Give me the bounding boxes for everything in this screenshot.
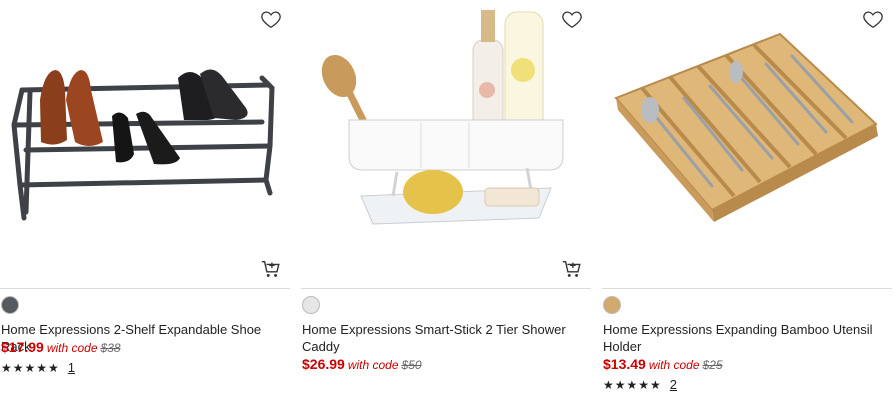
price-row: $13.49 with code $25 (603, 356, 723, 372)
star-rating-icon: ★★★★★ (1, 360, 60, 375)
product-title[interactable]: Home Expressions Expanding Bamboo Utensi… (603, 321, 890, 355)
price-row: $26.99 with code $50 (302, 356, 422, 372)
color-swatch[interactable] (603, 296, 621, 314)
utensil-holder-image (614, 32, 878, 222)
product-title[interactable]: Home Expressions Smart-Stick 2 Tier Show… (302, 321, 589, 355)
shoe-rack-image (11, 69, 275, 221)
review-count-link[interactable]: 1 (68, 360, 75, 375)
review-count-link[interactable]: 2 (670, 377, 677, 392)
product-image-area[interactable] (0, 0, 290, 289)
with-code-label: with code (648, 358, 700, 372)
color-swatch[interactable] (302, 296, 320, 314)
product-image-area[interactable] (602, 0, 892, 289)
star-rating-icon: ★★★★★ (603, 377, 662, 392)
rating: ★★★★★ 1 (1, 360, 75, 375)
original-price: $38 (100, 341, 121, 355)
add-to-cart-icon[interactable] (260, 258, 282, 280)
product-grid: Home Expressions 2-Shelf Expandable Shoe… (0, 0, 895, 393)
rating: ★★★★★ 2 (603, 377, 677, 392)
shower-caddy-image (321, 10, 564, 225)
original-price: $50 (401, 358, 422, 372)
heart-icon[interactable] (260, 8, 282, 30)
product-card-shower-caddy: Home Expressions Smart-Stick 2 Tier Show… (301, 0, 591, 393)
sale-price: $17.99 (1, 339, 44, 355)
price-row: $17.99 with code $38 (1, 339, 121, 355)
add-to-cart-icon[interactable] (561, 258, 583, 280)
sale-price: $26.99 (302, 356, 345, 372)
product-card-utensil-holder: Home Expressions Expanding Bamboo Utensi… (602, 0, 892, 393)
product-card-shoe-rack: Home Expressions 2-Shelf Expandable Shoe… (0, 0, 290, 393)
sale-price: $13.49 (603, 356, 646, 372)
with-code-label: with code (347, 358, 399, 372)
product-image-area[interactable] (301, 0, 591, 289)
with-code-label: with code (46, 341, 98, 355)
original-price: $25 (702, 358, 723, 372)
color-swatch[interactable] (1, 296, 19, 314)
